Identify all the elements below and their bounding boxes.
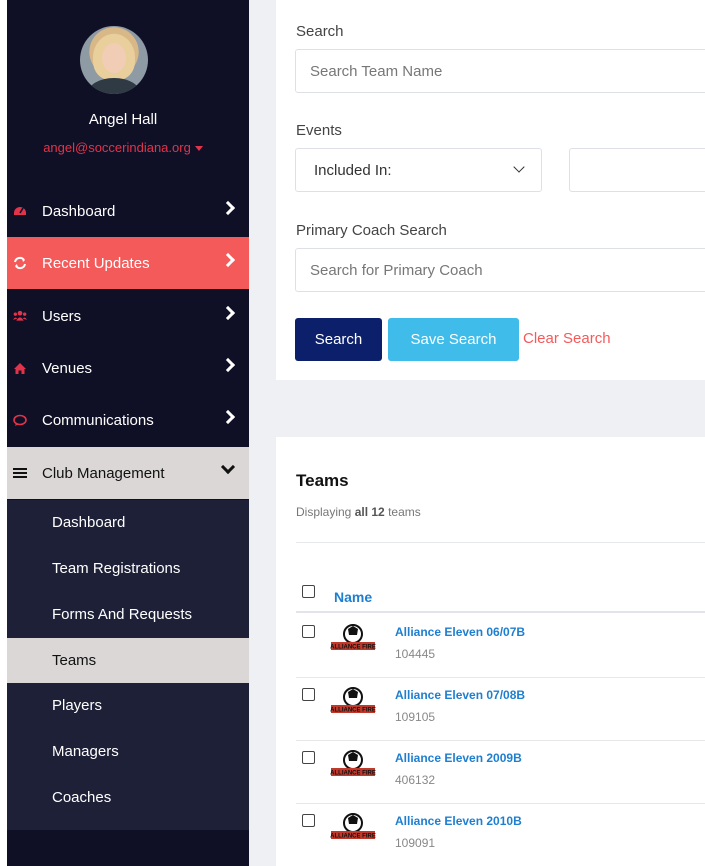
refresh-icon (13, 256, 27, 270)
team-logo: ALLIANCE FIRE (330, 686, 376, 716)
nav-item-label: Communications (42, 411, 154, 429)
row-checkbox[interactable] (302, 688, 315, 701)
club-management-submenu: Dashboard Team Registrations Forms And R… (7, 500, 249, 830)
teams-count-text: Displaying all 12 teams (296, 505, 421, 519)
search-label: Search (296, 23, 344, 40)
team-name-search-input[interactable]: Search Team Name (295, 49, 705, 93)
submenu-item-coaches[interactable]: Coaches (7, 775, 249, 820)
team-name-link[interactable]: Alliance Eleven 06/07B (395, 625, 525, 639)
table-row[interactable]: ALLIANCE FIRE Alliance Eleven 2010B 1090… (276, 804, 705, 866)
column-header-name[interactable]: Name (334, 589, 372, 605)
submenu-item-forms-and-requests[interactable]: Forms And Requests (7, 592, 249, 637)
nav-item-dashboard[interactable]: Dashboard (7, 185, 249, 237)
header-divider (296, 611, 705, 613)
chevron-right-icon (220, 252, 236, 268)
table-row[interactable]: ALLIANCE FIRE Alliance Eleven 2009B 4061… (276, 741, 705, 804)
submenu-item-dashboard[interactable]: Dashboard (7, 500, 249, 545)
save-search-button[interactable]: Save Search (388, 318, 519, 361)
nav-item-venues[interactable]: Venues (7, 342, 249, 394)
sidebar: Angel Hall angel@soccerindiana.org Dashb… (7, 0, 249, 866)
team-name-link[interactable]: Alliance Eleven 07/08B (395, 688, 525, 702)
row-checkbox[interactable] (302, 625, 315, 638)
profile-name: Angel Hall (88, 111, 158, 128)
search-button[interactable]: Search (295, 318, 382, 361)
table-row[interactable]: ALLIANCE FIRE Alliance Eleven 06/07B 104… (276, 615, 705, 678)
search-panel: Search Search Team Name Events Included … (276, 0, 705, 380)
chevron-right-icon (220, 305, 236, 321)
logo-text: ALLIANCE FIRE (330, 645, 376, 651)
profile-panel: Angel Hall angel@soccerindiana.org (7, 0, 249, 190)
submenu-item-team-registrations[interactable]: Team Registrations (7, 546, 249, 591)
profile-email-dropdown[interactable]: angel@soccerindiana.org (7, 140, 239, 155)
chevron-right-icon (220, 409, 236, 425)
chat-icon (13, 413, 27, 427)
logo-text: ALLIANCE FIRE (330, 771, 376, 777)
primary-coach-label: Primary Coach Search (296, 222, 447, 239)
teams-panel: Teams Displaying all 12 teams Name ALLIA… (276, 437, 705, 866)
chevron-down-icon (513, 161, 525, 173)
profile-email: angel@soccerindiana.org (43, 140, 191, 155)
teams-count-prefix: Displaying (296, 505, 352, 519)
home-icon (13, 361, 27, 375)
submenu-item-teams[interactable]: Teams (7, 638, 249, 683)
list-icon (13, 466, 27, 480)
events-filter-select[interactable]: Included In: (295, 148, 542, 192)
nav-item-club-management[interactable]: Club Management (7, 447, 249, 499)
teams-count-suffix: teams (388, 505, 421, 519)
caret-down-icon (194, 146, 203, 152)
team-name-link[interactable]: Alliance Eleven 2009B (395, 751, 522, 765)
team-logo: ALLIANCE FIRE (330, 812, 376, 842)
team-id: 109091 (395, 836, 436, 850)
divider (296, 542, 705, 543)
nav-item-label: Recent Updates (42, 254, 150, 272)
nav-item-recent-updates[interactable]: Recent Updates (7, 237, 249, 289)
table-row[interactable]: ALLIANCE FIRE Alliance Eleven 07/08B 109… (276, 678, 705, 741)
events-filter-value: Included In: (314, 161, 392, 179)
avatar[interactable] (80, 26, 148, 94)
team-id: 109105 (395, 710, 436, 724)
chevron-down-icon (220, 459, 236, 475)
logo-text: ALLIANCE FIRE (330, 834, 376, 840)
team-logo: ALLIANCE FIRE (330, 749, 376, 779)
team-name-link[interactable]: Alliance Eleven 2010B (395, 814, 522, 828)
left-edge-strip (0, 0, 7, 866)
submenu-item-managers[interactable]: Managers (7, 729, 249, 774)
submenu-item-players[interactable]: Players (7, 683, 249, 728)
row-checkbox[interactable] (302, 751, 315, 764)
nav-item-label: Club Management (42, 464, 165, 482)
team-id: 104445 (395, 647, 436, 661)
nav-item-communications[interactable]: Communications (7, 394, 249, 446)
clear-search-link[interactable]: Clear Search (523, 330, 611, 347)
nav-item-label: Dashboard (42, 202, 116, 220)
logo-text: ALLIANCE FIRE (330, 708, 376, 714)
nav-item-label: Venues (42, 359, 93, 377)
users-icon (13, 309, 27, 323)
nav-item-label: Users (42, 307, 82, 325)
primary-coach-search-input[interactable]: Search for Primary Coach (295, 248, 705, 292)
teams-title: Teams (296, 471, 349, 490)
teams-count-value: all 12 (354, 505, 385, 519)
events-label: Events (296, 122, 342, 139)
dashboard-icon (13, 204, 27, 218)
select-all-checkbox[interactable] (302, 585, 315, 598)
chevron-right-icon (220, 357, 236, 373)
team-id: 406132 (395, 773, 436, 787)
events-search-input[interactable] (569, 148, 705, 192)
row-checkbox[interactable] (302, 814, 315, 827)
chevron-right-icon (220, 200, 236, 216)
nav-item-users[interactable]: Users (7, 290, 249, 342)
team-logo: ALLIANCE FIRE (330, 623, 376, 653)
